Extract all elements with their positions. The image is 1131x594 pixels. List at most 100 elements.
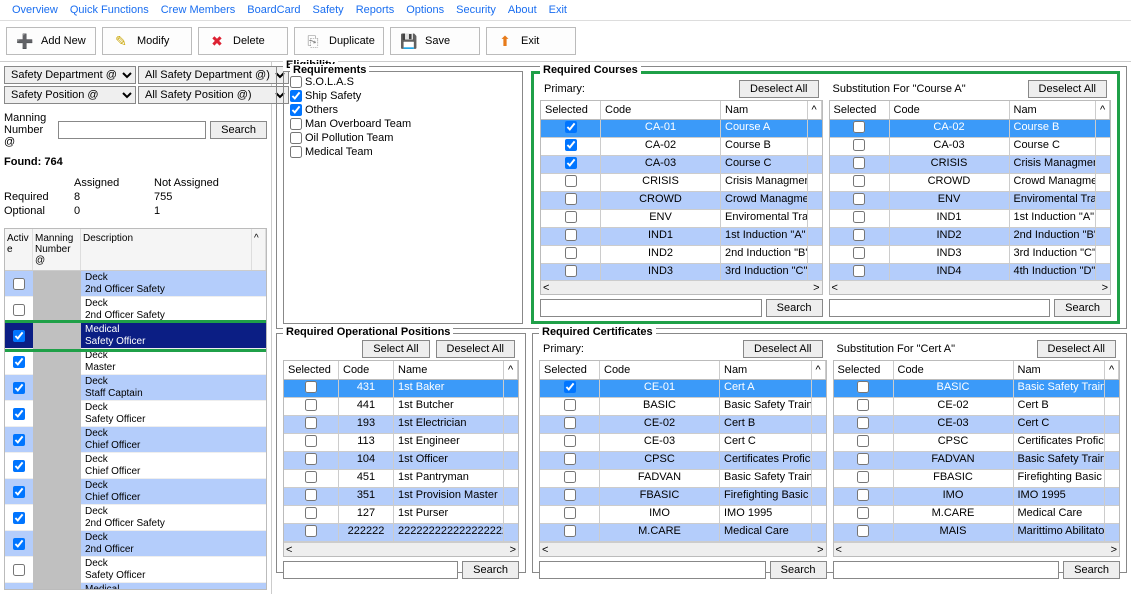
list-item[interactable]: Deck2nd Officer Safety — [5, 505, 266, 531]
row-checkbox[interactable] — [305, 453, 317, 465]
table-row[interactable]: IND33rd Induction "C" — [541, 264, 822, 280]
row-checkbox[interactable] — [565, 211, 577, 223]
delete-button[interactable]: ✖Delete — [198, 27, 288, 55]
certs-sub-search-input[interactable] — [833, 561, 1060, 579]
list-item[interactable]: MedicalSafety Officer — [5, 583, 266, 590]
table-row[interactable]: IMOIMO 1995 — [834, 488, 1120, 506]
search-button[interactable]: Search — [210, 121, 267, 139]
certs-search-button[interactable]: Search — [770, 561, 827, 579]
rop-selectall-button[interactable]: Select All — [362, 340, 429, 358]
table-row[interactable]: CRISISCrisis Managment Certifica — [541, 174, 822, 192]
position-list[interactable]: Deck2nd Officer Safety Deck2nd Officer Sa… — [5, 271, 266, 590]
table-row[interactable]: CPSCCertificates Proficiency Su — [540, 452, 826, 470]
table-row[interactable]: MAISMarittimo Abilitato Mezzi d — [834, 524, 1120, 542]
table-row[interactable]: CROWDCrowd Managment Certifi — [541, 192, 822, 210]
hscroll[interactable]: <> — [284, 542, 518, 556]
row-checkbox[interactable] — [853, 265, 865, 277]
table-row[interactable]: ENVEnviromental Training — [830, 192, 1111, 210]
table-row[interactable]: M.CAREMedical Care — [834, 506, 1120, 524]
table-row[interactable]: BASICBasic Safety Training — [540, 398, 826, 416]
table-row[interactable]: CA-03Course C — [830, 138, 1111, 156]
row-checkbox[interactable] — [857, 435, 869, 447]
row-checkbox[interactable] — [853, 139, 865, 151]
row-checkbox[interactable] — [564, 453, 576, 465]
table-row[interactable]: CE-02Cert B — [540, 416, 826, 434]
rop-search-button[interactable]: Search — [462, 561, 519, 579]
row-checkbox[interactable] — [13, 460, 25, 472]
menu-security[interactable]: Security — [452, 2, 500, 18]
list-item[interactable]: Deck2nd Officer — [5, 531, 266, 557]
row-checkbox[interactable] — [565, 139, 577, 151]
hscroll[interactable]: <> — [830, 280, 1111, 294]
table-row[interactable]: CE-02Cert B — [834, 398, 1120, 416]
table-row[interactable]: IND11st Induction "A" — [830, 210, 1111, 228]
all-safety-pos-select[interactable]: All Safety Position @) — [138, 86, 289, 104]
menu-safety[interactable]: Safety — [309, 2, 348, 18]
hscroll[interactable]: <> — [834, 542, 1120, 556]
list-item[interactable]: DeckStaff Captain — [5, 375, 266, 401]
row-checkbox[interactable] — [853, 247, 865, 259]
table-row[interactable]: CA-01Course A — [541, 120, 822, 138]
row-checkbox[interactable] — [853, 229, 865, 241]
table-row[interactable]: CA-03Course C — [541, 156, 822, 174]
row-checkbox[interactable] — [857, 525, 869, 537]
req-man-overboard-team[interactable]: Man Overboard Team — [290, 118, 516, 130]
table-row[interactable]: IND44th Induction "D" — [830, 264, 1111, 280]
table-row[interactable]: FBASICFirefighting Basic — [540, 488, 826, 506]
row-checkbox[interactable] — [305, 399, 317, 411]
safety-pos-select[interactable]: Safety Position @ — [4, 86, 136, 104]
table-row[interactable]: FADVANBasic Safety Training — [540, 470, 826, 488]
row-checkbox[interactable] — [565, 175, 577, 187]
list-item[interactable]: DeckMaster — [5, 349, 266, 375]
table-row[interactable]: 3511st Provision Master — [284, 488, 518, 506]
row-checkbox[interactable] — [564, 471, 576, 483]
rop-deselect-button[interactable]: Deselect All — [436, 340, 515, 358]
row-checkbox[interactable] — [13, 408, 25, 420]
list-item[interactable]: Deck2nd Officer Safety — [5, 271, 266, 297]
courses-sub-search-button[interactable]: Search — [1054, 299, 1111, 317]
table-row[interactable]: 1131st Engineer — [284, 434, 518, 452]
table-row[interactable]: CE-01Cert A — [540, 380, 826, 398]
certs-deselect-button[interactable]: Deselect All — [743, 340, 822, 358]
row-checkbox[interactable] — [564, 525, 576, 537]
list-item[interactable]: MedicalSafety Officer — [5, 323, 266, 349]
row-checkbox[interactable] — [853, 157, 865, 169]
row-checkbox[interactable] — [305, 417, 317, 429]
row-checkbox[interactable] — [13, 486, 25, 498]
table-row[interactable]: IND22nd Induction "B" — [541, 246, 822, 264]
certs-search-input[interactable] — [539, 561, 766, 579]
table-row[interactable]: BASICBasic Safety Training — [834, 380, 1120, 398]
req-ship-safety[interactable]: Ship Safety — [290, 90, 516, 102]
table-row[interactable]: CROWDCrowd Managment Certifi — [830, 174, 1111, 192]
row-checkbox[interactable] — [13, 538, 25, 550]
menu-options[interactable]: Options — [402, 2, 448, 18]
table-row[interactable]: 4511st Pantryman — [284, 470, 518, 488]
exit-button[interactable]: ⬆Exit — [486, 27, 576, 55]
table-row[interactable]: CA-02Course B — [830, 120, 1111, 138]
list-item[interactable]: DeckSafety Officer — [5, 557, 266, 583]
courses-search-input[interactable] — [540, 299, 762, 317]
row-checkbox[interactable] — [13, 564, 25, 576]
row-checkbox[interactable] — [565, 265, 577, 277]
list-item[interactable]: DeckChief Officer — [5, 453, 266, 479]
row-checkbox[interactable] — [13, 356, 25, 368]
save-button[interactable]: 💾Save — [390, 27, 480, 55]
table-row[interactable]: FADVANBasic Safety Training — [834, 452, 1120, 470]
courses-deselect-button[interactable]: Deselect All — [739, 80, 818, 98]
all-safety-dept-select[interactable]: All Safety Department @) — [138, 66, 289, 84]
row-checkbox[interactable] — [853, 193, 865, 205]
table-row[interactable]: 4311st Baker — [284, 380, 518, 398]
menu-quick-functions[interactable]: Quick Functions — [66, 2, 153, 18]
table-row[interactable]: CE-03Cert C — [834, 416, 1120, 434]
req-s-o-l-a-s[interactable]: S.O.L.A.S — [290, 76, 516, 88]
menu-about[interactable]: About — [504, 2, 541, 18]
row-checkbox[interactable] — [564, 489, 576, 501]
certs-sub-search-button[interactable]: Search — [1063, 561, 1120, 579]
row-checkbox[interactable] — [13, 512, 25, 524]
table-row[interactable]: 4411st Butcher — [284, 398, 518, 416]
table-row[interactable]: CPSCCertificates Proficiency Su — [834, 434, 1120, 452]
list-item[interactable]: DeckSafety Officer — [5, 401, 266, 427]
table-row[interactable]: ENVEnviromental Training — [541, 210, 822, 228]
hscroll[interactable]: <> — [541, 280, 822, 294]
courses-sub-search-input[interactable] — [829, 299, 1051, 317]
